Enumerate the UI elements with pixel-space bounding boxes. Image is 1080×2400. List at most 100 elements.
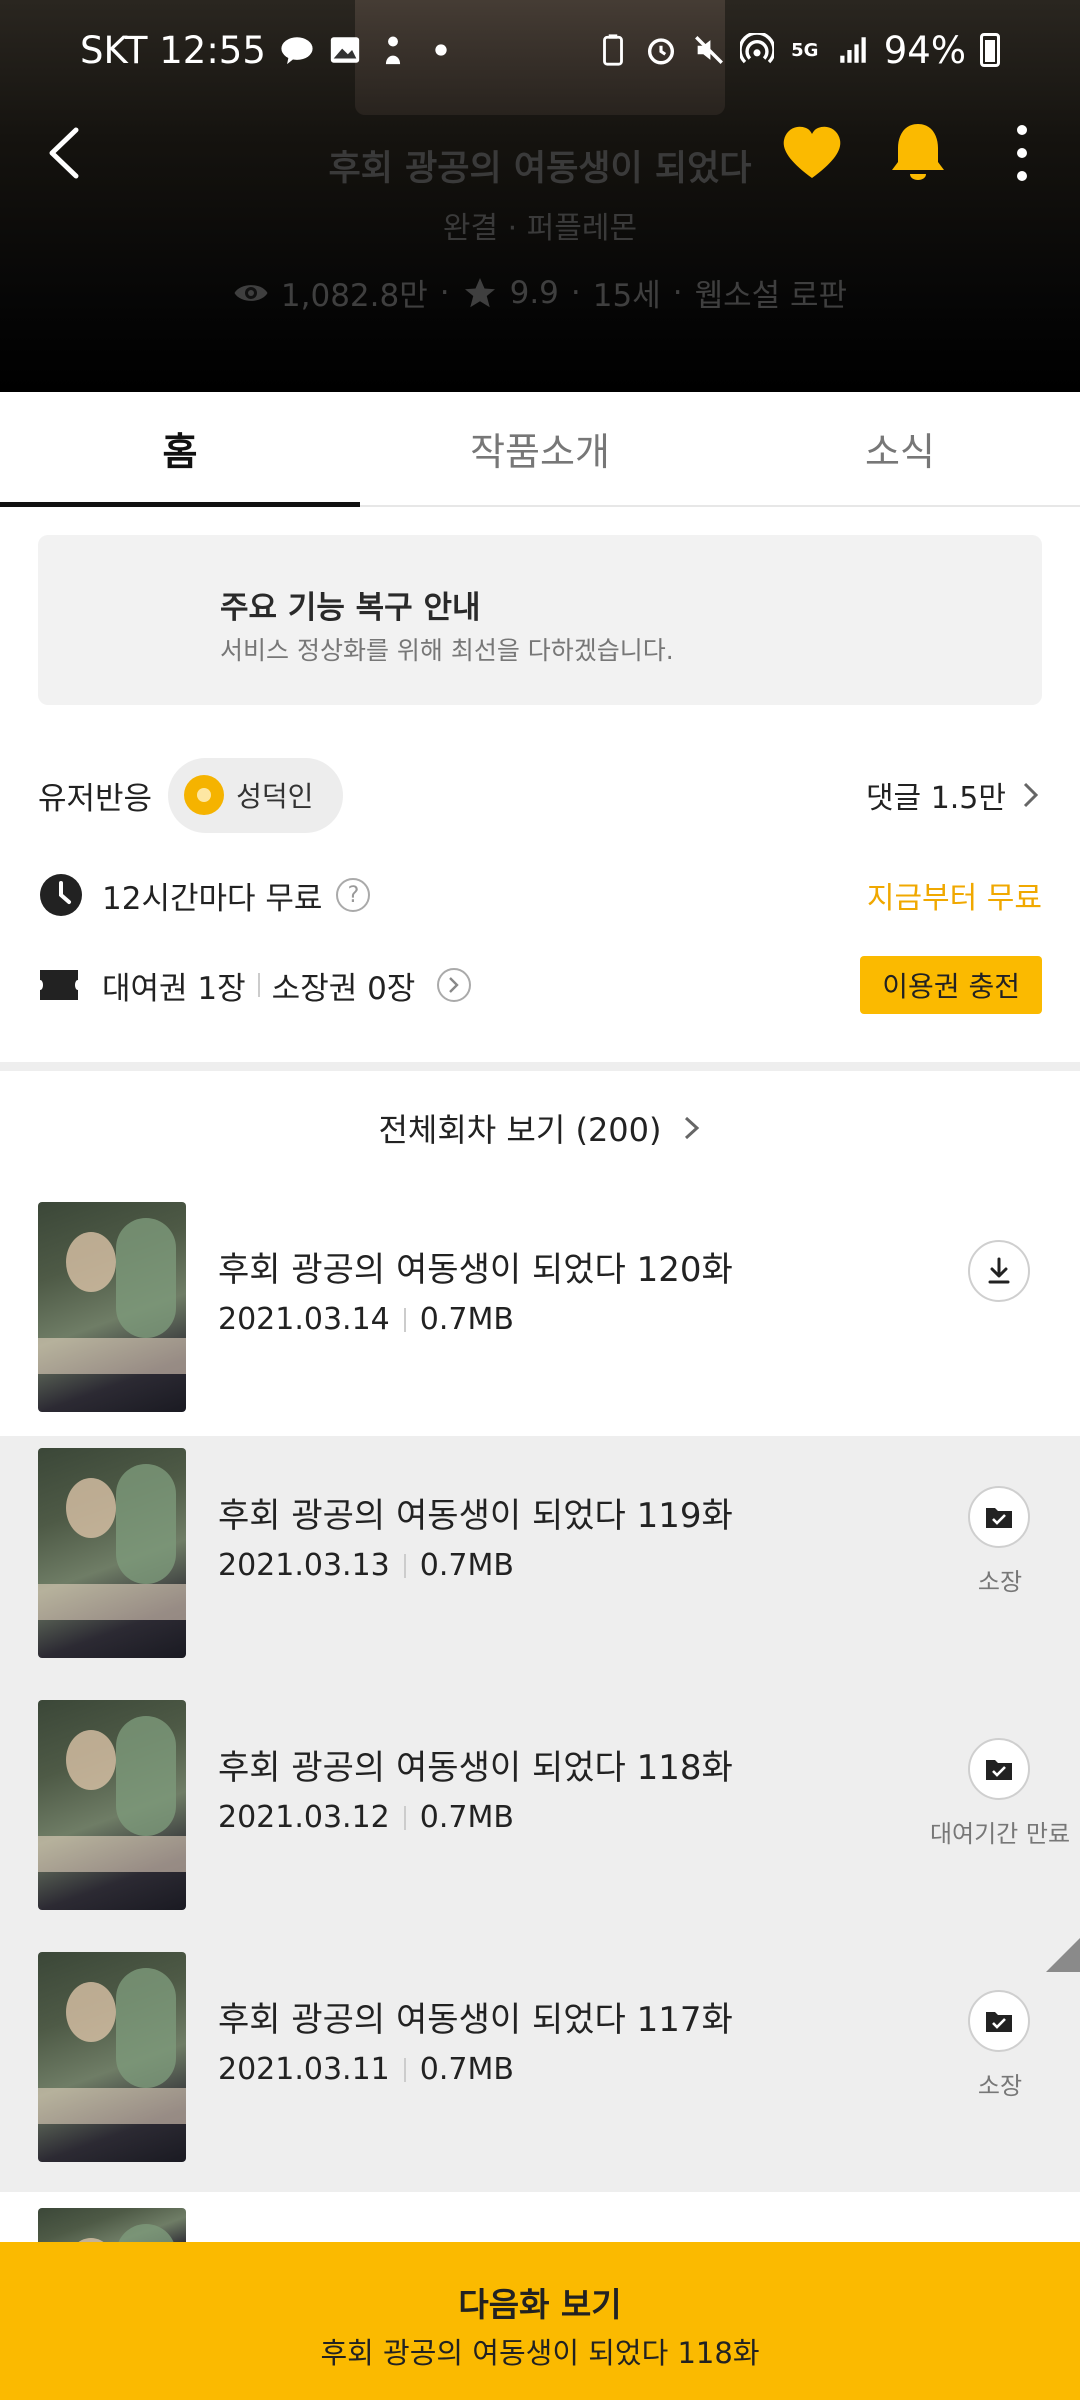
- episode-size: 0.7MB: [419, 2052, 514, 2087]
- notice-body: 서비스 정상화를 위해 최선을 다하겠습니다.: [220, 636, 674, 665]
- age-rating: 15세: [592, 278, 661, 314]
- episode-size: 0.7MB: [419, 1800, 514, 1835]
- meta-separator: ·: [570, 274, 581, 311]
- ticket-icon: [40, 970, 78, 1000]
- next-episode-button[interactable]: 다음화 보기 후회 광공의 여동생이 되었다 118화: [0, 2242, 1080, 2400]
- meta-separator: ·: [672, 274, 683, 311]
- separator: [403, 1805, 406, 1830]
- user-reaction-row: 유저반응 성덕인 댓글 1.5만: [38, 755, 1042, 835]
- star-icon: [464, 277, 495, 307]
- scroll-handle[interactable]: [1046, 1938, 1080, 1972]
- work-title: 후회 광공의 여동생이 되었다: [328, 149, 752, 189]
- rating: 9.9: [509, 274, 559, 311]
- work-header: SKT 12:55 5G 94% 후회 광공의 여동생이 되었다 완결 · 퍼플…: [0, 0, 1080, 392]
- episode-meta: 2021.03.14 0.7MB: [218, 1302, 514, 1337]
- app-notification-icon: [376, 33, 410, 67]
- episode-thumbnail: [38, 1952, 186, 2162]
- mute-icon: [692, 33, 726, 67]
- battery-saver-icon: [596, 33, 630, 67]
- meta-separator: ·: [439, 274, 450, 311]
- episode-row[interactable]: 후회 광공의 여동생이 되었다 118화 2021.03.12 0.7MB 대여…: [0, 1688, 1080, 1940]
- episode-status: 대여기간 만료: [929, 1820, 1071, 1848]
- comments-link[interactable]: 댓글 1.5만: [866, 773, 1042, 817]
- episode-title: 후회 광공의 여동생이 되었다 117화: [218, 2000, 733, 2040]
- owned-folder-icon: [986, 2012, 1012, 2032]
- talk-icon: [280, 33, 314, 67]
- owned-episode-button[interactable]: [968, 1486, 1030, 1548]
- tab-news[interactable]: 소식: [720, 392, 1080, 505]
- episode-meta: 2021.03.11 0.7MB: [218, 2052, 514, 2087]
- alarm-icon: [644, 33, 678, 67]
- coin-icon: [184, 775, 225, 815]
- chevron-right-icon: [1023, 782, 1039, 808]
- status-bar: SKT 12:55 5G 94%: [80, 22, 1000, 78]
- tab-intro[interactable]: 작품소개: [360, 392, 720, 505]
- episode-row[interactable]: 후회 광공의 여동생이 되었다 120화 2021.03.14 0.7MB: [0, 1190, 1080, 1442]
- episode-date: 2021.03.11: [218, 2052, 390, 2087]
- dot-icon: [424, 33, 458, 67]
- owned-ticket-count: 소장권 0장: [271, 970, 416, 1007]
- battery-level: 94%: [883, 28, 966, 72]
- episode-title: 후회 광공의 여동생이 되었다 119화: [218, 1496, 733, 1536]
- owned-episode-button[interactable]: [968, 1990, 1030, 2052]
- chevron-right-circle-icon: [437, 968, 472, 1002]
- tab-home[interactable]: 홈: [0, 392, 360, 507]
- next-episode-label: 다음화 보기: [458, 2285, 622, 2324]
- free-now-link[interactable]: 지금부터 무료: [867, 873, 1042, 917]
- free-row: 12시간마다 무료 ? 지금부터 무료: [38, 865, 1042, 925]
- charge-ticket-button[interactable]: 이용권 충전: [860, 956, 1042, 1014]
- rental-ticket-count: 대여권 1장: [102, 970, 246, 1007]
- clock-icon: [40, 874, 82, 916]
- user-reaction-badge[interactable]: 성덕인: [168, 757, 344, 833]
- separator: [403, 2057, 406, 2082]
- all-episodes-link[interactable]: 전체회차 보기 (200): [0, 1095, 1080, 1160]
- user-reaction-label: 유저반응: [38, 780, 153, 817]
- eye-icon: [234, 284, 268, 301]
- work-meta: 1,082.8만 · 9.9 · 15세 · 웹소설 로판: [0, 270, 1080, 315]
- separator: [403, 1553, 406, 1578]
- network-5g-icon: 5G: [791, 39, 819, 61]
- episode-date: 2021.03.12: [218, 1800, 390, 1835]
- episode-row-partial: [0, 2190, 1080, 2268]
- episode-date: 2021.03.14: [218, 1302, 390, 1337]
- ticket-row: 대여권 1장 소장권 0장 이용권 충전: [38, 955, 1042, 1015]
- episode-title: 후회 광공의 여동생이 되었다 118화: [218, 1748, 733, 1788]
- gallery-icon: [328, 33, 362, 67]
- view-count: 1,082.8만: [280, 278, 428, 314]
- download-button[interactable]: [968, 1240, 1030, 1302]
- section-divider: [0, 1062, 1080, 1071]
- user-reaction-badge-label: 성덕인: [236, 780, 314, 813]
- genre: 웹소설 로판: [694, 278, 848, 314]
- episode-thumbnail: [38, 1202, 186, 1412]
- episode-size: 0.7MB: [419, 1302, 514, 1337]
- signal-icon: [836, 33, 870, 67]
- episode-row[interactable]: 후회 광공의 여동생이 되었다 119화 2021.03.13 0.7MB 소장: [0, 1436, 1080, 1688]
- comments-count: 댓글 1.5만: [865, 781, 1006, 816]
- notice-banner[interactable]: 주요 기능 복구 안내 서비스 정상화를 위해 최선을 다하겠습니다.: [38, 535, 1042, 705]
- owned-folder-icon: [986, 1508, 1012, 1528]
- episode-date: 2021.03.13: [218, 1548, 390, 1583]
- episode-meta: 2021.03.12 0.7MB: [218, 1800, 514, 1835]
- next-episode-title: 후회 광공의 여동생이 되었다 118화: [320, 2336, 760, 2370]
- episode-size: 0.7MB: [419, 1548, 514, 1583]
- all-episodes-label: 전체회차 보기 (200): [378, 1110, 662, 1149]
- ticket-summary[interactable]: 대여권 1장 소장권 0장: [102, 963, 472, 1008]
- work-subtitle: 완결 · 퍼플레몬: [442, 211, 638, 246]
- owned-episode-button[interactable]: [968, 1738, 1030, 1800]
- episode-thumbnail: [38, 1700, 186, 1910]
- carrier-time: SKT 12:55: [80, 28, 266, 72]
- separator: [257, 973, 260, 997]
- hotspot-icon: [739, 33, 774, 67]
- episode-status: 소장: [977, 2072, 1023, 2100]
- notice-title: 주요 기능 복구 안내: [220, 590, 481, 626]
- episode-meta: 2021.03.13 0.7MB: [218, 1548, 514, 1583]
- tab-bar: 홈 작품소개 소식: [0, 392, 1080, 507]
- episode-thumbnail: [38, 1448, 186, 1658]
- download-icon: [988, 1257, 1010, 1284]
- episode-status: 소장: [977, 1568, 1023, 1596]
- chevron-right-icon: [684, 1116, 699, 1139]
- separator: [403, 1307, 406, 1332]
- owned-folder-icon: [986, 1760, 1012, 1780]
- episode-row[interactable]: 후회 광공의 여동생이 되었다 117화 2021.03.11 0.7MB 소장: [0, 1940, 1080, 2192]
- help-icon[interactable]: ?: [336, 878, 371, 912]
